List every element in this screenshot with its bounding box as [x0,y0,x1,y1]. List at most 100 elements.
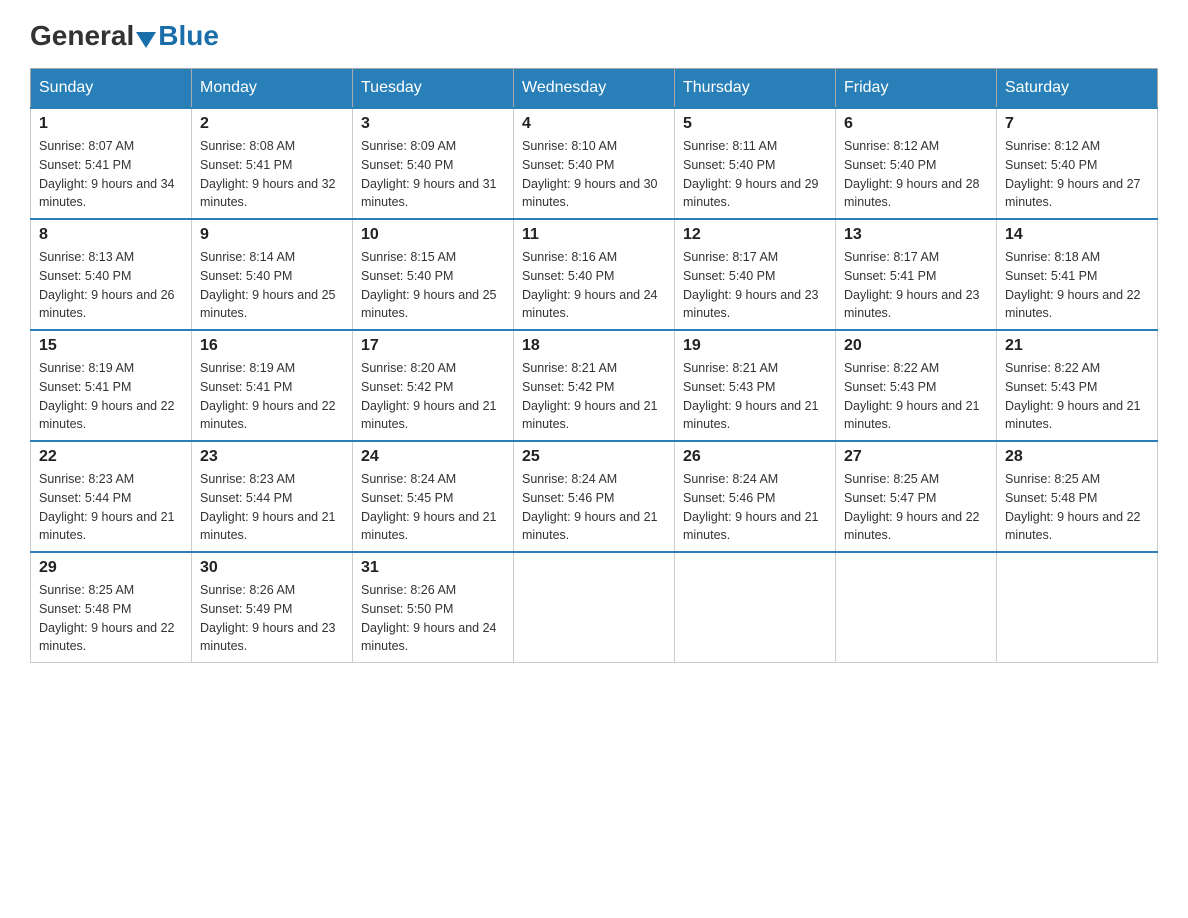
day-number: 7 [1005,115,1149,133]
day-info: Sunrise: 8:16 AMSunset: 5:40 PMDaylight:… [522,248,666,323]
calendar-cell: 19 Sunrise: 8:21 AMSunset: 5:43 PMDayligh… [675,330,836,441]
day-info: Sunrise: 8:18 AMSunset: 5:41 PMDaylight:… [1005,248,1149,323]
calendar-cell: 28Sunrise: 8:25 AMSunset: 5:48 PMDayligh… [997,441,1158,552]
calendar-cell: 25 Sunrise: 8:24 AMSunset: 5:46 PMDayligh… [514,441,675,552]
day-number: 4 [522,115,666,133]
calendar-cell: 2 Sunrise: 8:08 AMSunset: 5:41 PMDaylight… [192,108,353,219]
day-number: 5 [683,115,827,133]
day-number: 29 [39,559,183,577]
calendar-cell [514,552,675,663]
calendar-cell: 10Sunrise: 8:15 AMSunset: 5:40 PMDayligh… [353,219,514,330]
calendar-cell: 6 Sunrise: 8:12 AMSunset: 5:40 PMDaylight… [836,108,997,219]
day-info: Sunrise: 8:14 AMSunset: 5:40 PMDaylight:… [200,248,344,323]
day-number: 22 [39,448,183,466]
calendar-cell: 4Sunrise: 8:10 AMSunset: 5:40 PMDaylight… [514,108,675,219]
logo-blue-text: Blue [158,20,219,52]
day-number: 27 [844,448,988,466]
calendar-cell: 22 Sunrise: 8:23 AMSunset: 5:44 PMDayligh… [31,441,192,552]
logo-general-text: General [30,20,134,52]
calendar-header-friday: Friday [836,69,997,109]
day-info: Sunrise: 8:19 AMSunset: 5:41 PMDaylight:… [200,359,344,434]
day-number: 3 [361,115,505,133]
day-info: Sunrise: 8:25 AMSunset: 5:47 PMDaylight:… [844,470,988,545]
day-number: 28 [1005,448,1149,466]
day-info: Sunrise: 8:20 AMSunset: 5:42 PMDaylight:… [361,359,505,434]
day-info: Sunrise: 8:19 AMSunset: 5:41 PMDaylight:… [39,359,183,434]
day-number: 2 [200,115,344,133]
day-number: 25 [522,448,666,466]
day-info: Sunrise: 8:21 AMSunset: 5:43 PMDaylight:… [683,359,827,434]
day-number: 26 [683,448,827,466]
day-info: Sunrise: 8:08 AMSunset: 5:41 PMDaylight:… [200,137,344,212]
calendar-week-row: 15Sunrise: 8:19 AMSunset: 5:41 PMDayligh… [31,330,1158,441]
day-number: 10 [361,226,505,244]
day-info: Sunrise: 8:21 AMSunset: 5:42 PMDaylight:… [522,359,666,434]
day-info: Sunrise: 8:22 AMSunset: 5:43 PMDaylight:… [1005,359,1149,434]
day-number: 24 [361,448,505,466]
calendar-cell: 5 Sunrise: 8:11 AMSunset: 5:40 PMDaylight… [675,108,836,219]
day-info: Sunrise: 8:07 AMSunset: 5:41 PMDaylight:… [39,137,183,212]
day-number: 19 [683,337,827,355]
day-number: 31 [361,559,505,577]
logo-arrow-icon [136,32,156,48]
day-number: 9 [200,226,344,244]
calendar-week-row: 1 Sunrise: 8:07 AMSunset: 5:41 PMDaylight… [31,108,1158,219]
calendar-cell [675,552,836,663]
day-info: Sunrise: 8:12 AMSunset: 5:40 PMDaylight:… [844,137,988,212]
calendar-header-row: SundayMondayTuesdayWednesdayThursdayFrid… [31,69,1158,109]
day-number: 23 [200,448,344,466]
calendar-cell: 14Sunrise: 8:18 AMSunset: 5:41 PMDayligh… [997,219,1158,330]
calendar-cell: 3Sunrise: 8:09 AMSunset: 5:40 PMDaylight… [353,108,514,219]
calendar-cell: 31 Sunrise: 8:26 AMSunset: 5:50 PMDayligh… [353,552,514,663]
calendar-cell: 18 Sunrise: 8:21 AMSunset: 5:42 PMDayligh… [514,330,675,441]
calendar-cell: 29 Sunrise: 8:25 AMSunset: 5:48 PMDayligh… [31,552,192,663]
day-info: Sunrise: 8:13 AMSunset: 5:40 PMDaylight:… [39,248,183,323]
calendar-header-wednesday: Wednesday [514,69,675,109]
day-number: 20 [844,337,988,355]
day-number: 1 [39,115,183,133]
day-info: Sunrise: 8:22 AMSunset: 5:43 PMDaylight:… [844,359,988,434]
calendar-cell: 24 Sunrise: 8:24 AMSunset: 5:45 PMDayligh… [353,441,514,552]
day-info: Sunrise: 8:24 AMSunset: 5:45 PMDaylight:… [361,470,505,545]
day-info: Sunrise: 8:23 AMSunset: 5:44 PMDaylight:… [200,470,344,545]
day-number: 6 [844,115,988,133]
calendar-cell: 12 Sunrise: 8:17 AMSunset: 5:40 PMDayligh… [675,219,836,330]
calendar-header-saturday: Saturday [997,69,1158,109]
day-info: Sunrise: 8:24 AMSunset: 5:46 PMDaylight:… [683,470,827,545]
day-number: 16 [200,337,344,355]
calendar-week-row: 22 Sunrise: 8:23 AMSunset: 5:44 PMDayligh… [31,441,1158,552]
calendar-cell: 27 Sunrise: 8:25 AMSunset: 5:47 PMDayligh… [836,441,997,552]
page-header: General Blue [30,20,1158,52]
calendar-cell: 30 Sunrise: 8:26 AMSunset: 5:49 PMDayligh… [192,552,353,663]
calendar-cell: 23 Sunrise: 8:23 AMSunset: 5:44 PMDayligh… [192,441,353,552]
calendar-cell: 15Sunrise: 8:19 AMSunset: 5:41 PMDayligh… [31,330,192,441]
day-number: 18 [522,337,666,355]
day-number: 30 [200,559,344,577]
calendar-cell: 8 Sunrise: 8:13 AMSunset: 5:40 PMDaylight… [31,219,192,330]
day-info: Sunrise: 8:12 AMSunset: 5:40 PMDaylight:… [1005,137,1149,212]
day-info: Sunrise: 8:26 AMSunset: 5:49 PMDaylight:… [200,581,344,656]
calendar-cell: 21Sunrise: 8:22 AMSunset: 5:43 PMDayligh… [997,330,1158,441]
calendar-cell: 17 Sunrise: 8:20 AMSunset: 5:42 PMDayligh… [353,330,514,441]
calendar-cell [836,552,997,663]
calendar-week-row: 8 Sunrise: 8:13 AMSunset: 5:40 PMDaylight… [31,219,1158,330]
calendar-cell: 9 Sunrise: 8:14 AMSunset: 5:40 PMDaylight… [192,219,353,330]
day-info: Sunrise: 8:24 AMSunset: 5:46 PMDaylight:… [522,470,666,545]
calendar-cell: 1 Sunrise: 8:07 AMSunset: 5:41 PMDaylight… [31,108,192,219]
day-info: Sunrise: 8:25 AMSunset: 5:48 PMDaylight:… [39,581,183,656]
logo: General Blue [30,20,219,52]
calendar-cell: 7 Sunrise: 8:12 AMSunset: 5:40 PMDaylight… [997,108,1158,219]
day-info: Sunrise: 8:26 AMSunset: 5:50 PMDaylight:… [361,581,505,656]
calendar-header-sunday: Sunday [31,69,192,109]
day-number: 8 [39,226,183,244]
calendar-cell: 16 Sunrise: 8:19 AMSunset: 5:41 PMDayligh… [192,330,353,441]
calendar-header-monday: Monday [192,69,353,109]
day-number: 17 [361,337,505,355]
calendar-header-tuesday: Tuesday [353,69,514,109]
calendar-cell: 13Sunrise: 8:17 AMSunset: 5:41 PMDayligh… [836,219,997,330]
day-number: 12 [683,226,827,244]
day-info: Sunrise: 8:23 AMSunset: 5:44 PMDaylight:… [39,470,183,545]
day-info: Sunrise: 8:17 AMSunset: 5:41 PMDaylight:… [844,248,988,323]
day-info: Sunrise: 8:11 AMSunset: 5:40 PMDaylight:… [683,137,827,212]
day-info: Sunrise: 8:17 AMSunset: 5:40 PMDaylight:… [683,248,827,323]
